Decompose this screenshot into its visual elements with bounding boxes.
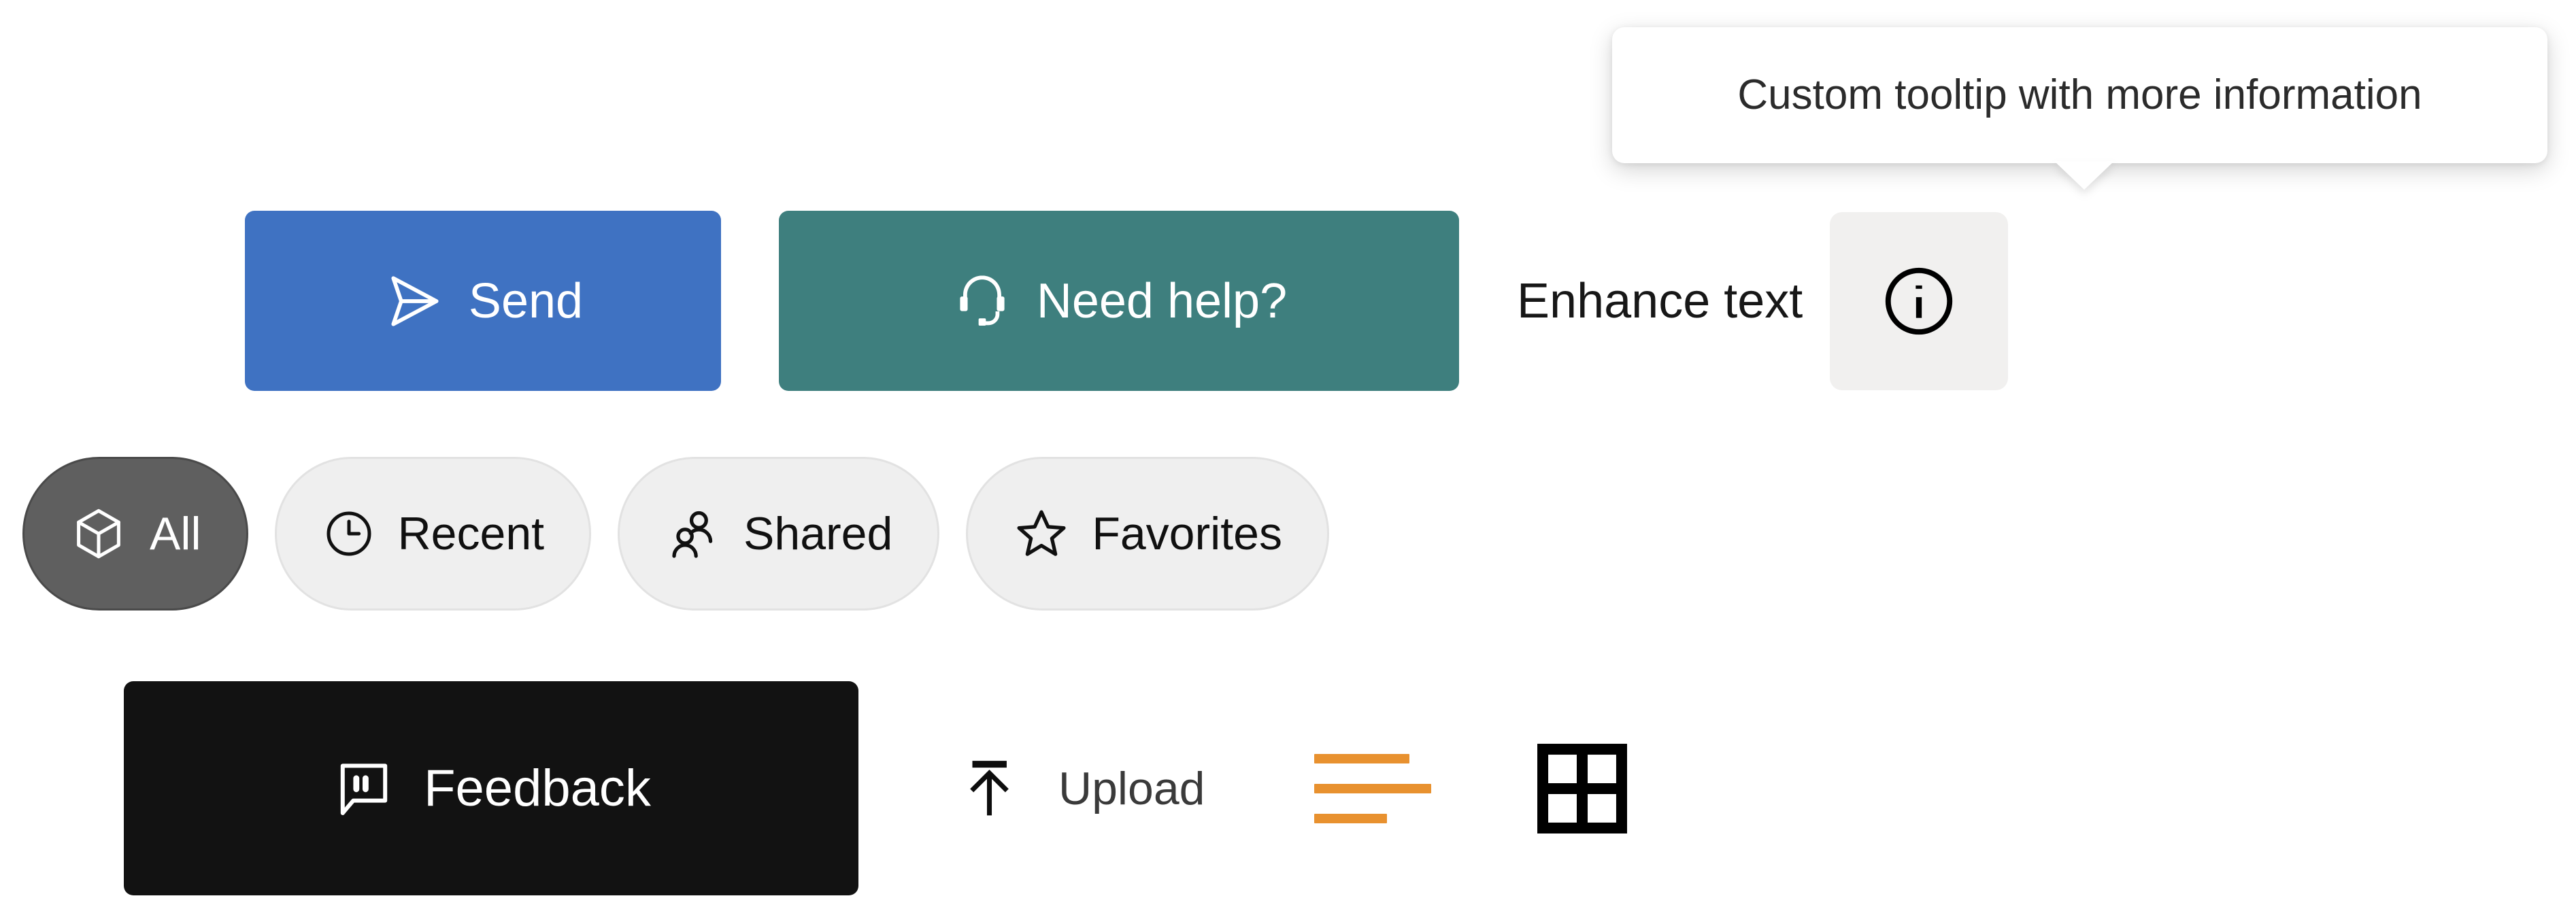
filter-pill-recent[interactable]: Recent [274,457,592,611]
clock-icon [322,506,376,561]
send-icon [383,270,446,332]
filter-pill-recent-label: Recent [397,508,545,560]
filter-pill-favorites-label: Favorites [1092,508,1282,560]
upload-button[interactable]: Upload [960,755,1205,823]
filter-pill-favorites[interactable]: Favorites [966,457,1329,611]
feedback-button-label: Feedback [424,759,651,817]
grid-2x2-icon[interactable] [1532,738,1633,839]
filter-pill-all-label: All [150,508,201,560]
feedback-button[interactable]: Feedback [124,681,858,895]
filter-pill-shared[interactable]: Shared [618,457,940,611]
enhance-text-label: Enhance text [1517,273,1803,328]
filter-pill-row: All Recent Shared Favorites [22,457,1356,611]
comment-quote-icon [331,756,397,821]
star-icon [1013,505,1070,562]
list-line-1 [1314,753,1409,763]
cube-icon [69,504,128,563]
tooltip-bubble: Custom tooltip with more information [1612,27,2547,163]
list-line-3 [1314,813,1387,823]
footer-control-row: Feedback Upload [124,681,1633,895]
info-button[interactable] [1830,211,2009,390]
filter-pill-shared-label: Shared [743,508,893,560]
tooltip-arrow-icon [2054,161,2114,190]
need-help-button[interactable]: Need help? [779,211,1459,391]
list-lines-icon[interactable] [1314,753,1431,823]
filter-pill-all[interactable]: All [22,457,248,611]
action-button-row: Send Need help? Enhance text [245,211,2009,391]
arrow-up-to-line-icon [960,755,1028,823]
send-button-label: Send [468,273,584,328]
info-circle-icon [1879,261,1959,341]
headset-icon [951,270,1014,332]
need-help-button-label: Need help? [1036,273,1288,328]
list-line-2 [1314,783,1431,793]
people-icon [665,505,722,562]
upload-label: Upload [1058,762,1205,814]
tooltip-text: Custom tooltip with more information [1737,71,2422,118]
send-button[interactable]: Send [245,211,721,391]
